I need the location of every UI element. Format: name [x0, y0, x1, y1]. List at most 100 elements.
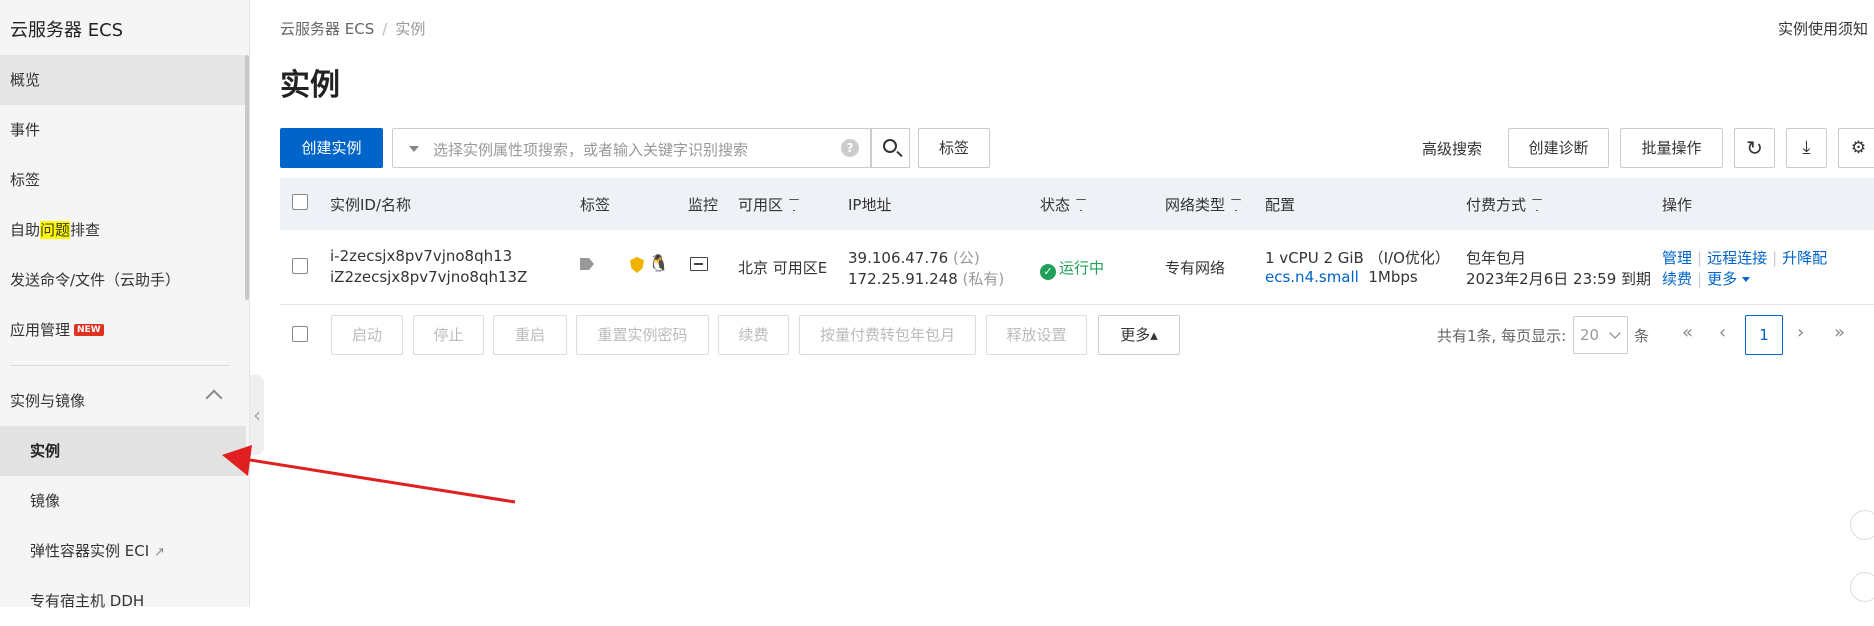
download-icon: ⤓ — [1802, 137, 1811, 158]
batch-operations-button[interactable]: 批量操作 — [1620, 128, 1723, 168]
header-actions: 操作 — [1662, 196, 1693, 214]
sidebar-item-self-troubleshoot[interactable]: 自助问题排查 — [0, 205, 246, 255]
table-header: 实例ID/名称 标签 监控 可用区 IP地址 状态 网络类型 配置 付费方式 操… — [280, 178, 1874, 230]
monitor-icon[interactable] — [690, 257, 708, 271]
sidebar-scrollbar[interactable] — [245, 55, 249, 300]
more-actions-label: 更多 — [1707, 270, 1738, 288]
breadcrumb-root[interactable]: 云服务器 ECS — [280, 20, 374, 38]
header-id-name: 实例ID/名称 — [330, 196, 412, 214]
caret-down-icon[interactable] — [409, 146, 419, 152]
search-input[interactable]: 选择实例属性项搜索，或者输入关键字识别搜索 ? — [392, 128, 872, 168]
billing-type: 包年包月 — [1466, 249, 1527, 267]
download-button[interactable]: ⤓ — [1786, 128, 1827, 168]
last-page-button[interactable]: » — [1834, 322, 1845, 343]
instance-type-link[interactable]: ecs.n4.small — [1265, 268, 1359, 286]
refresh-button[interactable]: ↻ — [1734, 128, 1775, 168]
breadcrumb-separator: / — [382, 20, 388, 38]
search-icon — [883, 139, 897, 153]
header-status-label: 状态 — [1040, 196, 1071, 214]
sidebar-item-app-management[interactable]: 应用管理 NEW — [0, 305, 246, 355]
more-button[interactable]: 更多▴ — [1098, 315, 1180, 355]
divider: | — [1772, 249, 1778, 267]
status-badge: ✓ 运行中 — [1040, 257, 1104, 280]
remote-connect-link[interactable]: 远程连接 — [1707, 249, 1767, 267]
prev-page-button[interactable]: ‹ — [1719, 322, 1726, 343]
next-page-button[interactable]: › — [1797, 322, 1804, 343]
sidebar-item-send-command[interactable]: 发送命令/文件（云助手） — [0, 255, 246, 305]
header-zone-label: 可用区 — [738, 196, 784, 214]
tag-icon[interactable] — [580, 258, 594, 270]
header-monitor: 监控 — [688, 196, 719, 214]
sidebar-item-label: 自助 — [10, 221, 41, 239]
sidebar-item-label: 事件 — [10, 121, 41, 139]
chevron-left-icon: ‹ — [253, 403, 261, 427]
restart-button[interactable]: 重启 — [493, 315, 567, 355]
ip-public-tag: (公) — [952, 249, 980, 267]
floating-doc-icon[interactable] — [1850, 510, 1874, 540]
header-network-label: 网络类型 — [1165, 196, 1226, 214]
search-button[interactable] — [870, 128, 910, 168]
filter-icon[interactable] — [1076, 199, 1087, 211]
header-ip: IP地址 — [848, 196, 892, 214]
sidebar-item-label: 专有宿主机 DDH — [30, 592, 145, 610]
select-all-checkbox[interactable] — [292, 194, 308, 210]
sidebar-item-overview[interactable]: 概览 — [0, 55, 246, 105]
filter-icon[interactable] — [1231, 199, 1242, 211]
sidebar-item-tags[interactable]: 标签 — [0, 155, 246, 205]
caret-down-icon — [1742, 277, 1751, 282]
bandwidth: 1Mbps — [1368, 268, 1418, 286]
table-row: i-2zecsjx8pv7vjno8qh13 iZ2zecsjx8pv7vjno… — [280, 230, 1874, 305]
linux-icon: 🐧 — [648, 254, 670, 274]
reset-password-button[interactable]: 重置实例密码 — [576, 315, 709, 355]
start-button[interactable]: 启动 — [331, 315, 403, 355]
pagination-total: 共有1条, 每页显示: — [1437, 327, 1567, 345]
sidebar-item-label: 概览 — [10, 71, 41, 89]
release-settings-button[interactable]: 释放设置 — [986, 315, 1087, 355]
tag-filter-button[interactable]: 标签 — [918, 128, 990, 168]
header-network: 网络类型 — [1165, 194, 1242, 215]
ip-public: 39.106.47.76 (公) — [848, 247, 980, 268]
actions-line1: 管理 | 远程连接 | 升降配 — [1662, 247, 1827, 268]
page-size-unit: 条 — [1634, 327, 1650, 345]
header-billing-label: 付费方式 — [1466, 196, 1527, 214]
page-title: 实例 — [280, 68, 340, 103]
divider: | — [1697, 270, 1703, 288]
gear-icon: ⚙ — [1850, 138, 1867, 158]
advanced-search-link[interactable]: 高级搜索 — [1422, 138, 1482, 159]
instance-id-link[interactable]: i-2zecsjx8pv7vjno8qh13 — [330, 247, 512, 265]
current-page[interactable]: 1 — [1745, 315, 1783, 355]
ip-private-value: 172.25.91.248 — [848, 270, 958, 288]
floating-feedback-icon[interactable] — [1850, 572, 1874, 602]
sidebar-item-events[interactable]: 事件 — [0, 105, 246, 155]
first-page-button[interactable]: « — [1682, 322, 1693, 343]
sidebar-item-images[interactable]: 镜像 — [0, 476, 246, 526]
sidebar-collapse-handle[interactable]: ‹ — [250, 375, 264, 455]
header-tags: 标签 — [580, 196, 611, 214]
settings-button[interactable]: ⚙ — [1838, 128, 1874, 168]
create-instance-button[interactable]: 创建实例 — [280, 128, 383, 168]
external-link-icon: ↗ — [153, 545, 165, 560]
stop-button[interactable]: 停止 — [413, 315, 484, 355]
header-config: 配置 — [1265, 196, 1296, 214]
upgrade-downgrade-link[interactable]: 升降配 — [1782, 249, 1827, 267]
renew-button[interactable]: 续费 — [718, 315, 789, 355]
create-diagnosis-button[interactable]: 创建诊断 — [1508, 128, 1609, 168]
sidebar-item-eci[interactable]: 弹性容器实例 ECI ↗ — [0, 526, 246, 576]
footer-select-all-checkbox[interactable] — [292, 326, 308, 342]
row-checkbox[interactable] — [292, 258, 308, 274]
sidebar-item-instances[interactable]: 实例 — [0, 426, 246, 476]
filter-icon[interactable] — [789, 199, 800, 211]
page-size-select[interactable]: 20 — [1573, 316, 1628, 354]
more-actions-link[interactable]: 更多 — [1707, 270, 1751, 288]
breadcrumb-current: 实例 — [395, 20, 426, 38]
sidebar-item-ddh[interactable]: 专有宿主机 DDH — [0, 576, 246, 626]
sidebar-item-label: 发送命令/文件（云助手） — [10, 271, 181, 289]
config-type-line: ecs.n4.small 1Mbps — [1265, 268, 1418, 286]
convert-billing-button[interactable]: 按量付费转包年包月 — [799, 315, 976, 355]
zone-value: 北京 可用区E — [738, 259, 828, 277]
filter-icon[interactable] — [1532, 199, 1543, 211]
instance-usage-notes-link[interactable]: 实例使用须知 — [1778, 18, 1868, 39]
help-icon[interactable]: ? — [841, 139, 859, 157]
renew-link[interactable]: 续费 — [1662, 270, 1692, 288]
manage-link[interactable]: 管理 — [1662, 249, 1692, 267]
